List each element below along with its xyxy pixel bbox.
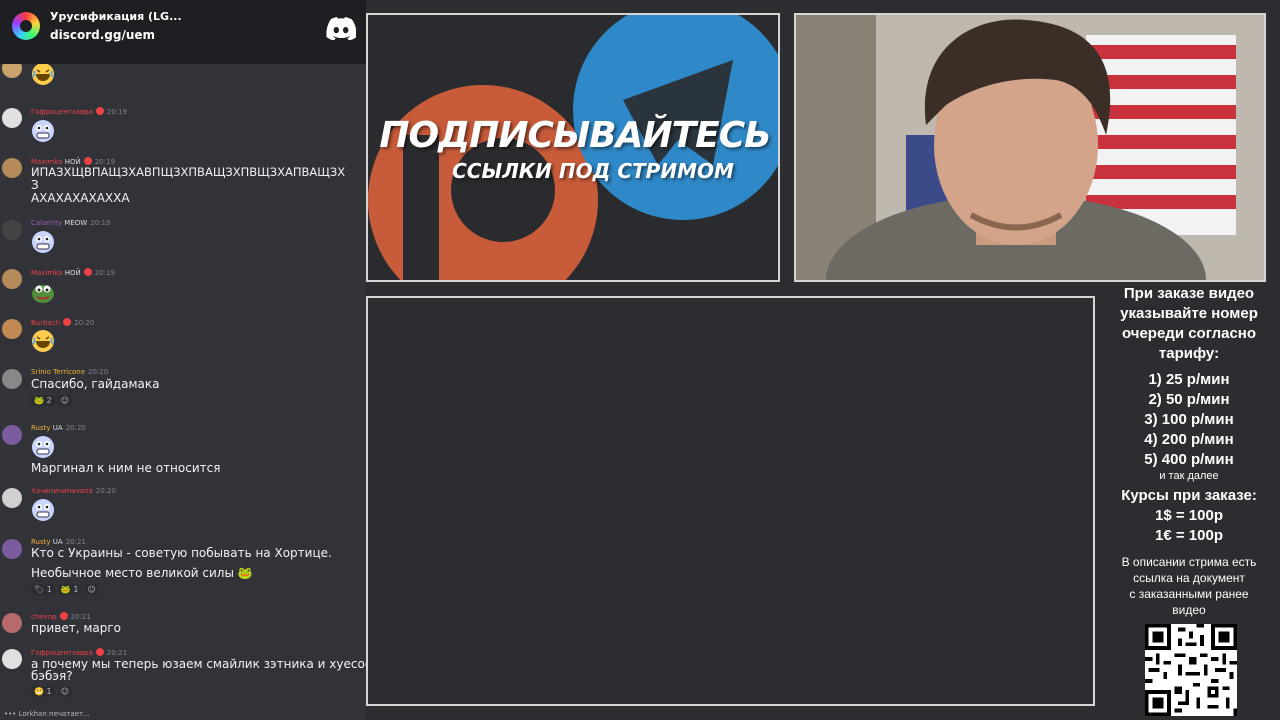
discord-logo-icon [326, 17, 356, 40]
message-text: Необычное место великой силы 🐸 [31, 566, 253, 580]
avatar [2, 613, 22, 633]
webcam-feed [794, 13, 1266, 282]
pepe-emoji-icon [32, 285, 54, 303]
qr-code-icon [1145, 624, 1237, 716]
description-line: видео [1172, 603, 1206, 617]
message-text: бэбэя? [31, 669, 73, 683]
info-heading: очереди согласно [1121, 325, 1257, 342]
order-info-panel: При заказе видео указывайте номер очеред… [1100, 284, 1278, 618]
info-heading: указывайте номер [1120, 305, 1258, 322]
message-author[interactable]: Rusty UA 20:20 [31, 424, 86, 432]
add-reaction-icon[interactable]: ☺ [84, 584, 99, 595]
description-line: ссылка на документ [1133, 571, 1245, 585]
avatar [2, 369, 22, 389]
message-text: привет, марго [31, 621, 122, 635]
message-text: Кто с Украины - советую побывать на Хорт… [31, 546, 332, 560]
info-heading: При заказе видео [1123, 285, 1255, 302]
reaction-bar[interactable]: 🏷 1 🐸 1 ☺ [31, 584, 102, 595]
message-text: а почему мы теперь юзаем смайлик зэтника… [31, 657, 366, 671]
rates-title: Курсы при заказе: [1121, 487, 1257, 504]
message-text: Спасибо, гайдамака [31, 377, 160, 391]
avatar [2, 64, 22, 78]
message-author[interactable]: Burbach 20:20 [31, 318, 94, 327]
avatar [2, 108, 22, 128]
avatar [2, 425, 22, 445]
message-author[interactable]: Хачипичипачапа 20:20 [31, 487, 116, 495]
discord-widget-header: Урусификация (LG... discord.gg/uem [0, 0, 366, 64]
info-heading: тарифу: [1158, 345, 1220, 362]
avatar [2, 539, 22, 559]
message-author[interactable]: Rusty UA 20:21 [31, 538, 86, 546]
rate-usd: 1$ = 100р [1155, 507, 1223, 524]
message-author[interactable]: Srinio Terricone 20:20 [31, 368, 108, 376]
add-reaction-icon[interactable]: ☺ [57, 686, 72, 697]
grimace-face-emoji-icon [32, 231, 54, 253]
tariff-item: 2) 50 р/мин [1148, 391, 1230, 408]
reaction-bar[interactable]: 😬 1 ☺ [31, 686, 75, 697]
grimace-face-emoji-icon [32, 436, 54, 458]
banner-subtitle: ССЫЛКИ ПОД СТРИМОМ [452, 159, 734, 183]
tariff-item: 1) 25 р/мин [1148, 371, 1230, 388]
typing-indicator: ••• Lorkhan печатает... [4, 710, 90, 718]
avatar [2, 649, 22, 669]
reaction[interactable]: 🐸 1 [57, 584, 82, 595]
tariff-item: 5) 400 р/мин [1144, 451, 1234, 468]
server-icon [12, 12, 40, 40]
avatar [2, 269, 22, 289]
reaction[interactable]: 😬 1 [31, 686, 55, 697]
laughing-emoji-icon [32, 64, 54, 85]
subscribe-banner: ПОДПИСЫВАЙТЕСЬ ССЫЛКИ ПОД СТРИМОМ [366, 13, 780, 282]
message-author[interactable]: chevnp 20:21 [31, 612, 91, 621]
grimace-face-emoji-icon [32, 499, 54, 521]
avatar [2, 220, 22, 240]
laughing-emoji-icon [32, 330, 54, 352]
main-video-area [366, 296, 1095, 706]
reaction-bar[interactable]: 🐸 2 ☺ [31, 395, 75, 406]
server-name: Урусификация (LG... [50, 10, 182, 23]
add-reaction-icon[interactable]: ☺ [57, 395, 72, 406]
avatar [2, 158, 22, 178]
tariff-etc: и так далее [1159, 470, 1219, 482]
tariff-item: 4) 200 р/мин [1144, 431, 1234, 448]
avatar [2, 488, 22, 508]
message-text: АХАХАХАХАХХА [31, 191, 130, 205]
description-line: В описании стрима есть [1121, 555, 1257, 569]
message-author[interactable]: Maximka НОЙ 20:19 [31, 268, 115, 277]
grimace-face-emoji-icon [32, 120, 54, 142]
reaction[interactable]: 🏷 1 [31, 584, 55, 595]
message-text: ИПАЗХЩВПАЩЗХАВПЩЗХПВАЩЗХПВЩЗХАПВАЩЗХ [31, 165, 346, 179]
invite-link[interactable]: discord.gg/uem [50, 28, 155, 42]
webcam-image [796, 15, 1264, 280]
avatar [2, 319, 22, 339]
tariff-item: 3) 100 р/мин [1144, 411, 1234, 428]
message-author[interactable]: Гофроцентзавра 20:21 [31, 648, 127, 657]
chat-feed[interactable]: Гофроцентзавра 20:19 Maximka НОЙ 20:19 ИПА… [0, 64, 366, 720]
rate-eur: 1€ = 100р [1155, 527, 1223, 544]
reaction[interactable]: 🐸 2 [31, 395, 55, 406]
banner-title: ПОДПИСЫВАЙТЕСЬ [379, 115, 771, 156]
description-line: с заказанными ранее [1129, 587, 1249, 601]
message-author[interactable]: Гофроцентзавра 20:19 [31, 107, 127, 116]
message-text: Маргинал к ним не относится [31, 461, 221, 475]
message-author[interactable]: Calamity MEOW 20:19 [31, 219, 110, 227]
